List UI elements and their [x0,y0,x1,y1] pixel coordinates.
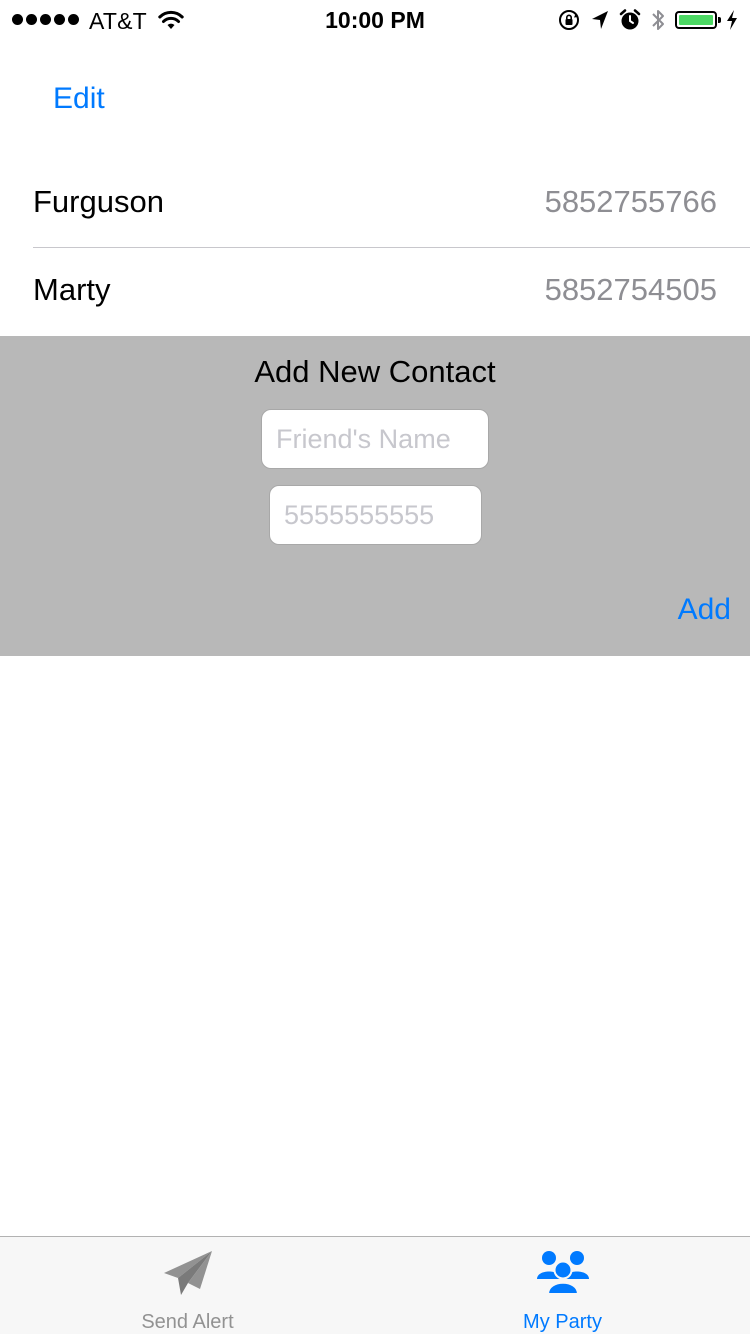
add-contact-button[interactable]: Add [678,593,731,627]
alarm-clock-icon [619,9,641,30]
tab-label: Send Alert [141,1311,234,1333]
friend-name-input[interactable] [261,409,489,469]
status-icons [557,7,738,33]
contact-row[interactable]: Furguson 5852755766 [0,160,750,248]
tab-bar: Send Alert My Party [0,1236,750,1334]
contact-phone: 5852755766 [544,184,717,219]
add-contact-panel: Add New Contact Add [0,336,750,656]
rotation-lock-icon [559,10,579,30]
status-bar: AT&T 10:00 PM [0,0,750,40]
charging-bolt-icon [727,10,737,30]
paper-plane-icon [163,1251,212,1295]
add-contact-title: Add New Contact [254,354,496,389]
friend-phone-input[interactable] [269,485,482,545]
tab-send-alert[interactable]: Send Alert [0,1237,375,1334]
battery-icon [675,11,721,29]
bluetooth-icon [652,10,664,30]
tab-my-party[interactable]: My Party [375,1237,750,1334]
contact-phone: 5852754505 [544,272,717,307]
app-screen: AT&T 10:00 PM Edit Furguson 5852755766 M… [0,0,750,1334]
contact-list: Furguson 5852755766 Marty 5852754505 [0,160,750,336]
contact-name: Furguson [33,184,164,219]
contact-row[interactable]: Marty 5852754505 [0,248,750,336]
group-icon [536,1251,589,1295]
contact-name: Marty [33,272,111,307]
location-arrow-icon [592,11,608,29]
edit-button[interactable]: Edit [53,82,105,116]
battery-level [679,15,713,25]
tab-label: My Party [523,1311,602,1333]
